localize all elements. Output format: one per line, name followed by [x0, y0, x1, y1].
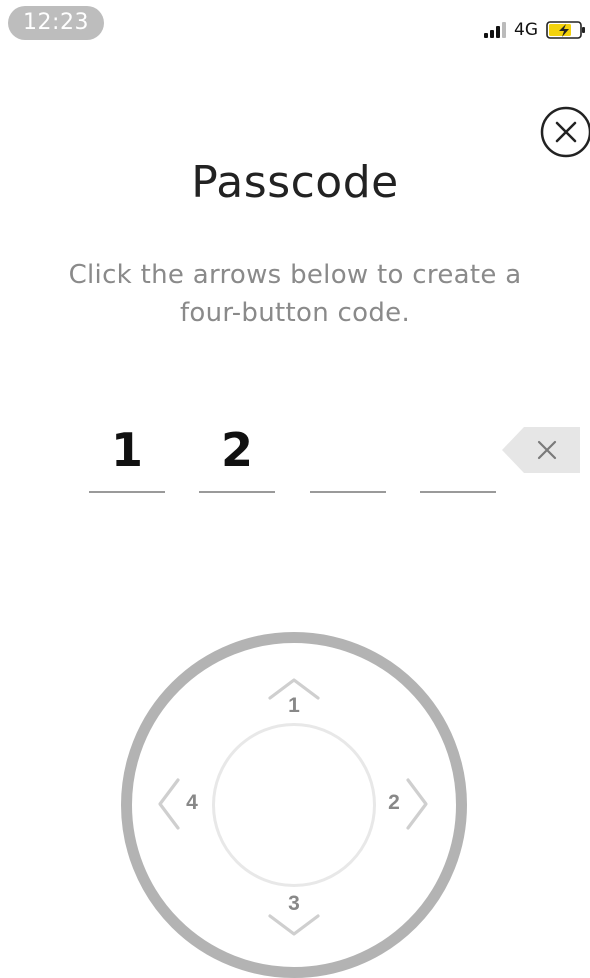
code-digit-1: 1: [110, 423, 143, 477]
code-slot-underline-3: [310, 491, 386, 493]
signal-icon: [484, 22, 506, 38]
dial-arrow-up-label: 1: [288, 694, 300, 717]
dial-arrow-up-button[interactable]: 1: [264, 676, 324, 720]
dial-arrow-left-label: 4: [186, 791, 198, 814]
dial-arrow-left-button[interactable]: 4: [156, 774, 206, 834]
dial-center: [212, 723, 376, 887]
network-type: 4G: [514, 20, 538, 40]
page-title: Passcode: [191, 157, 399, 208]
close-icon: [540, 106, 590, 158]
instructions-line-2: four-button code.: [179, 298, 411, 328]
chevron-right-icon: [406, 778, 428, 830]
code-slot-underline-4: [420, 491, 496, 493]
dial-arrow-down-button[interactable]: 3: [264, 888, 324, 940]
battery-charging-icon: [546, 21, 585, 39]
dial-arrow-right-button[interactable]: 2: [380, 774, 430, 834]
instructions-text: Click the arrows below to create a four-…: [0, 256, 590, 332]
close-button[interactable]: [536, 104, 590, 160]
chevron-left-icon: [158, 778, 180, 830]
code-slot-underline-2: [199, 491, 275, 493]
status-indicators: 4G: [484, 16, 586, 44]
code-digit-2: 2: [220, 423, 253, 477]
chevron-down-icon: [268, 914, 320, 936]
status-time: 12:23: [8, 6, 104, 40]
backspace-icon: [502, 427, 580, 473]
backspace-button[interactable]: [502, 427, 580, 473]
instructions-line-1: Click the arrows below to create a: [68, 260, 522, 290]
dial-arrow-right-label: 2: [388, 791, 400, 814]
code-slot-underline-1: [89, 491, 165, 493]
